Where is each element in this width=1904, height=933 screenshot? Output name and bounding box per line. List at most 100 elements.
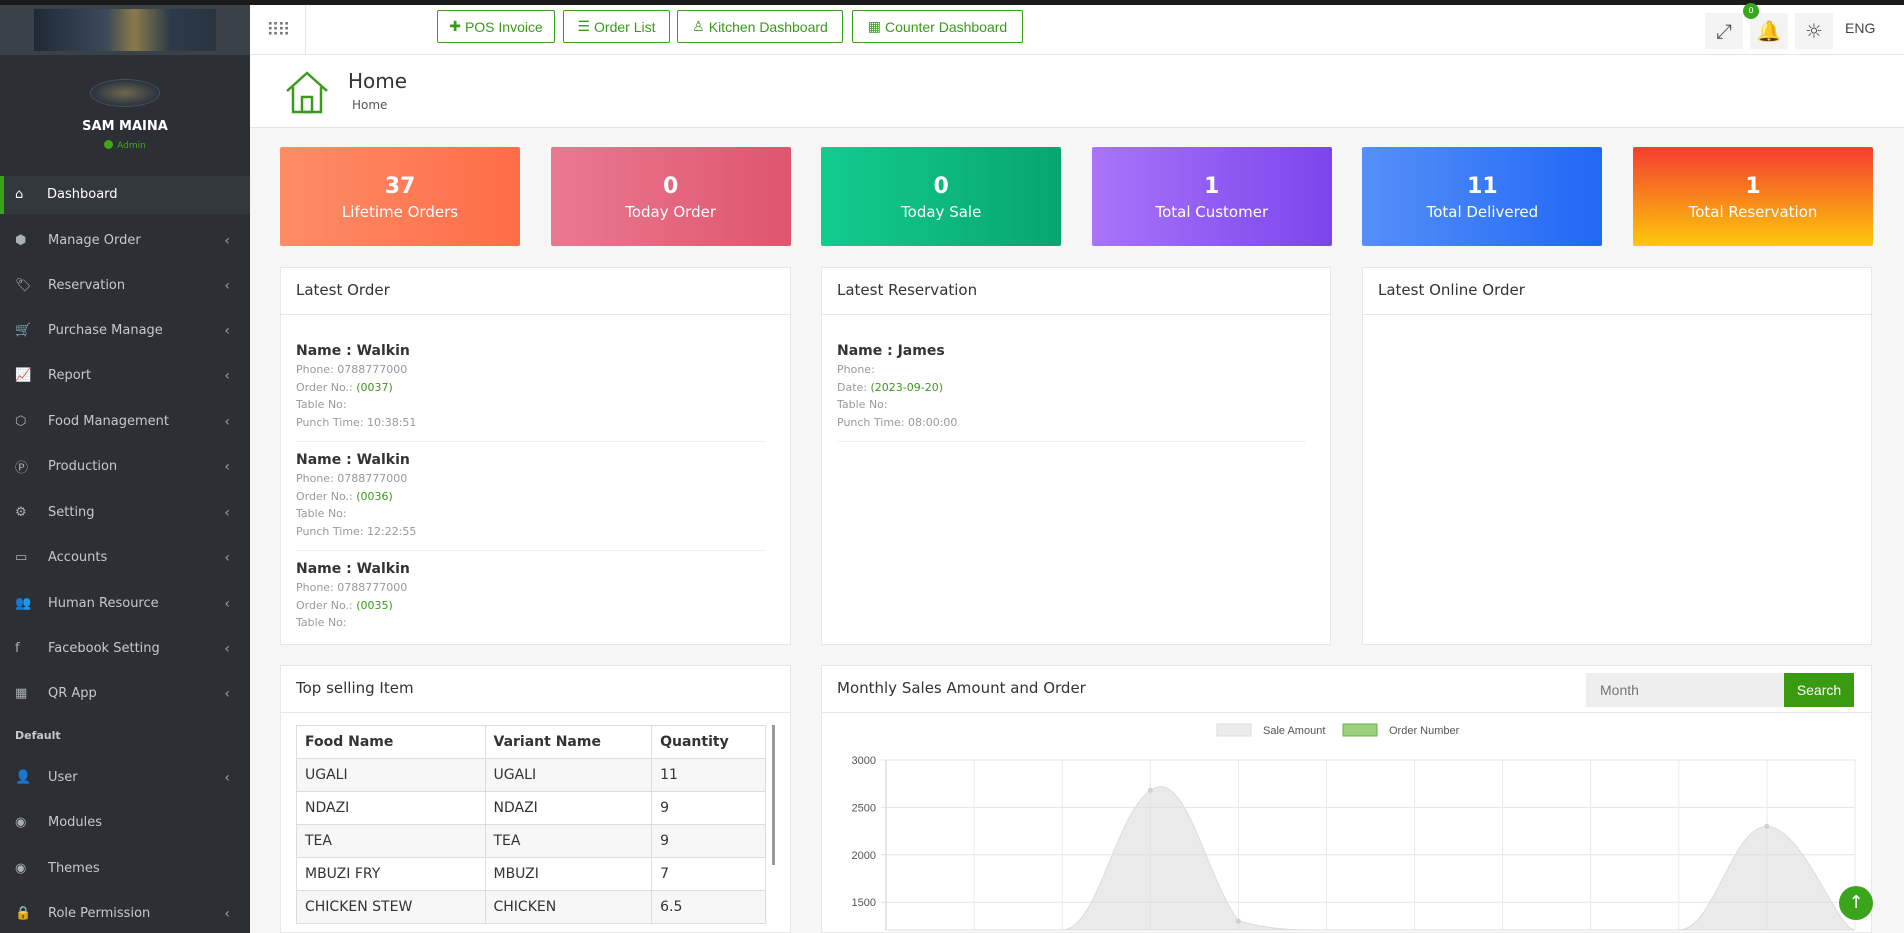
sidebar-item-label: Human Resource	[48, 596, 159, 611]
stat-label: Total Customer	[1155, 203, 1269, 221]
sidebar-item-qr-app[interactable]: ▦ QR App ‹	[0, 675, 250, 713]
table-cell: CHICKEN STEW	[296, 890, 486, 924]
user-name: SAM MAINA	[82, 119, 168, 134]
sidebar-item-modules[interactable]: ◉ Modules	[0, 804, 250, 842]
column-header[interactable]: Quantity	[651, 725, 766, 759]
stat-card-today-order[interactable]: 0 Today Order	[550, 147, 791, 246]
sidebar-item-label: Reservation	[48, 278, 126, 293]
panel-title: Latest Order	[281, 268, 790, 315]
stat-value: 37	[384, 174, 416, 199]
order-phone: Phone: 0788777000	[296, 363, 408, 376]
page-header: Home Home	[250, 55, 1904, 128]
sidebar-item-label: Purchase Manage	[48, 323, 163, 338]
table-row[interactable]: UGALI UGALI 11	[296, 758, 766, 792]
apps-grid-icon[interactable]: ⠿⠿	[250, 5, 306, 55]
panel-title: Latest Reservation	[822, 268, 1330, 315]
settings-sun-icon[interactable]: ☼	[1795, 13, 1833, 49]
legend-swatch-sale-amount[interactable]	[1216, 723, 1252, 737]
order-entry[interactable]: Name : Walkin Phone: 0788777000 Order No.:…	[296, 442, 766, 551]
sidebar-item-label: Accounts	[48, 550, 108, 565]
table-cell: MBUZI	[484, 857, 653, 891]
stat-card-total-reservation[interactable]: 1 Total Reservation	[1633, 147, 1873, 246]
column-header[interactable]: Food Name	[296, 725, 486, 759]
sidebar-item-label: QR App	[48, 686, 97, 701]
reservation-table: Table No:	[837, 398, 888, 411]
home-icon	[286, 71, 328, 114]
language-selector[interactable]: ENG	[1845, 20, 1875, 36]
stat-value: 11	[1467, 174, 1498, 199]
table-row[interactable]: MBUZI FRY MBUZI 7	[296, 857, 766, 891]
stat-label: Today Sale	[901, 203, 982, 221]
order-entry[interactable]: Name : Walkin Phone: 0788777000 Order No.:…	[296, 333, 766, 442]
button-label: POS Invoice	[464, 18, 543, 35]
user-icon: 👤	[15, 770, 32, 785]
stat-card-lifetime-orders[interactable]: 37 Lifetime Orders	[280, 147, 520, 246]
reservation-date: Date: (2023-09-20)	[837, 380, 944, 394]
stat-card-total-customer[interactable]: 1 Total Customer	[1091, 147, 1332, 246]
order-list-button[interactable]: ☰ Order List	[563, 10, 670, 43]
sidebar-item-human-resource[interactable]: 👥 Human Resource ‹	[0, 585, 250, 623]
avatar[interactable]	[90, 79, 160, 107]
data-point[interactable]	[1764, 823, 1770, 829]
stat-value: 0	[933, 174, 949, 199]
sidebar-item-role-permission[interactable]: 🔒 Role Permission ‹	[0, 895, 250, 933]
sidebar-item-label: Role Permission	[48, 906, 151, 921]
legend-swatch-order-number[interactable]	[1342, 723, 1378, 737]
user-role: Admin	[0, 140, 250, 151]
fullscreen-icon[interactable]: ⤢	[1705, 13, 1743, 49]
table-cell: UGALI	[484, 758, 653, 792]
scroll-to-top-button[interactable]: ↑	[1839, 886, 1873, 920]
sidebar: SAM MAINA Admin ⌂ Dashboard ⬢ Manage Order ‹…	[0, 5, 250, 933]
column-header[interactable]: Variant Name	[484, 725, 653, 759]
monthly-sales-panel: Monthly Sales Amount and Order Search Sa…	[821, 665, 1872, 933]
legend-label-sale-amount[interactable]: Sale Amount	[1263, 725, 1325, 737]
sidebar-item-manage-order[interactable]: ⬢ Manage Order ‹	[0, 222, 250, 260]
counter-dashboard-button[interactable]: ▦ Counter Dashboard	[852, 10, 1023, 43]
table-cell: TEA	[296, 824, 486, 858]
order-number: Order No.: (0036)	[296, 489, 393, 503]
legend-label-order-number[interactable]: Order Number	[1389, 725, 1460, 737]
table-row[interactable]: CHICKEN STEW CHICKEN 6.5	[296, 890, 766, 924]
data-point[interactable]	[1147, 787, 1153, 793]
online-status-icon	[104, 140, 114, 149]
y-tick-label: 2500	[852, 802, 876, 814]
sidebar-item-user[interactable]: 👤 User ‹	[0, 759, 250, 797]
top-selling-table-wrapper: Food Name Variant Name Quantity UGALI UGALI 1…	[296, 725, 766, 930]
y-tick-label: 1500	[852, 897, 876, 909]
sidebar-item-dashboard[interactable]: ⌂ Dashboard	[0, 175, 250, 214]
reservation-entry[interactable]: Name : James Phone: Date: (2023-09-20) T…	[837, 333, 1306, 442]
sidebar-item-production[interactable]: Ⓟ Production ‹	[0, 448, 250, 486]
kitchen-dashboard-button[interactable]: ♙ Kitchen Dashboard	[677, 10, 843, 43]
sidebar-item-food-management[interactable]: ⬡ Food Management ‹	[0, 403, 250, 441]
stat-card-today-sale[interactable]: 0 Today Sale	[821, 147, 1062, 246]
sidebar-item-label: User	[48, 770, 78, 785]
bell-icon[interactable]: 🔔	[1750, 13, 1788, 49]
table-scrollbar[interactable]	[772, 725, 775, 865]
table-row[interactable]: NDAZI NDAZI 9	[296, 791, 766, 825]
data-point[interactable]	[1235, 918, 1241, 924]
sidebar-item-purchase-manage[interactable]: 🛒 Purchase Manage ‹	[0, 312, 250, 350]
sidebar-item-accounts[interactable]: ▭ Accounts ‹	[0, 539, 250, 577]
chevron-left-icon: ‹	[224, 549, 230, 566]
sidebar-item-label: Facebook Setting	[48, 641, 160, 656]
sidebar-item-setting[interactable]: ⚙ Setting ‹	[0, 494, 250, 532]
logo[interactable]	[0, 5, 250, 55]
sidebar-item-themes[interactable]: ◉ Themes	[0, 850, 250, 888]
month-input[interactable]	[1586, 673, 1784, 707]
sidebar-item-facebook-setting[interactable]: f Facebook Setting ‹	[0, 630, 250, 668]
order-name: Name : Walkin	[296, 343, 410, 359]
order-entry[interactable]: Name : Walkin Phone: 0788777000 Order No.:…	[296, 551, 766, 643]
table-row[interactable]: TEA TEA 9	[296, 824, 766, 858]
order-table: Table No:	[296, 398, 347, 411]
sidebar-item-report[interactable]: 📈 Report ‹	[0, 357, 250, 395]
search-button[interactable]: Search	[1784, 673, 1854, 707]
cart-icon: 🛒	[15, 323, 32, 338]
pos-invoice-button[interactable]: ✚ POS Invoice	[437, 10, 555, 43]
plus-icon: ✚	[449, 18, 461, 34]
breadcrumb[interactable]: Home	[352, 98, 387, 112]
grid-icon: ▦	[867, 18, 882, 34]
stat-card-total-delivered[interactable]: 11 Total Delivered	[1362, 147, 1603, 246]
sidebar-item-reservation[interactable]: 🏷 Reservation ‹	[0, 267, 250, 305]
order-number: Order No.: (0037)	[296, 380, 393, 394]
table-cell: CHICKEN	[484, 890, 653, 924]
